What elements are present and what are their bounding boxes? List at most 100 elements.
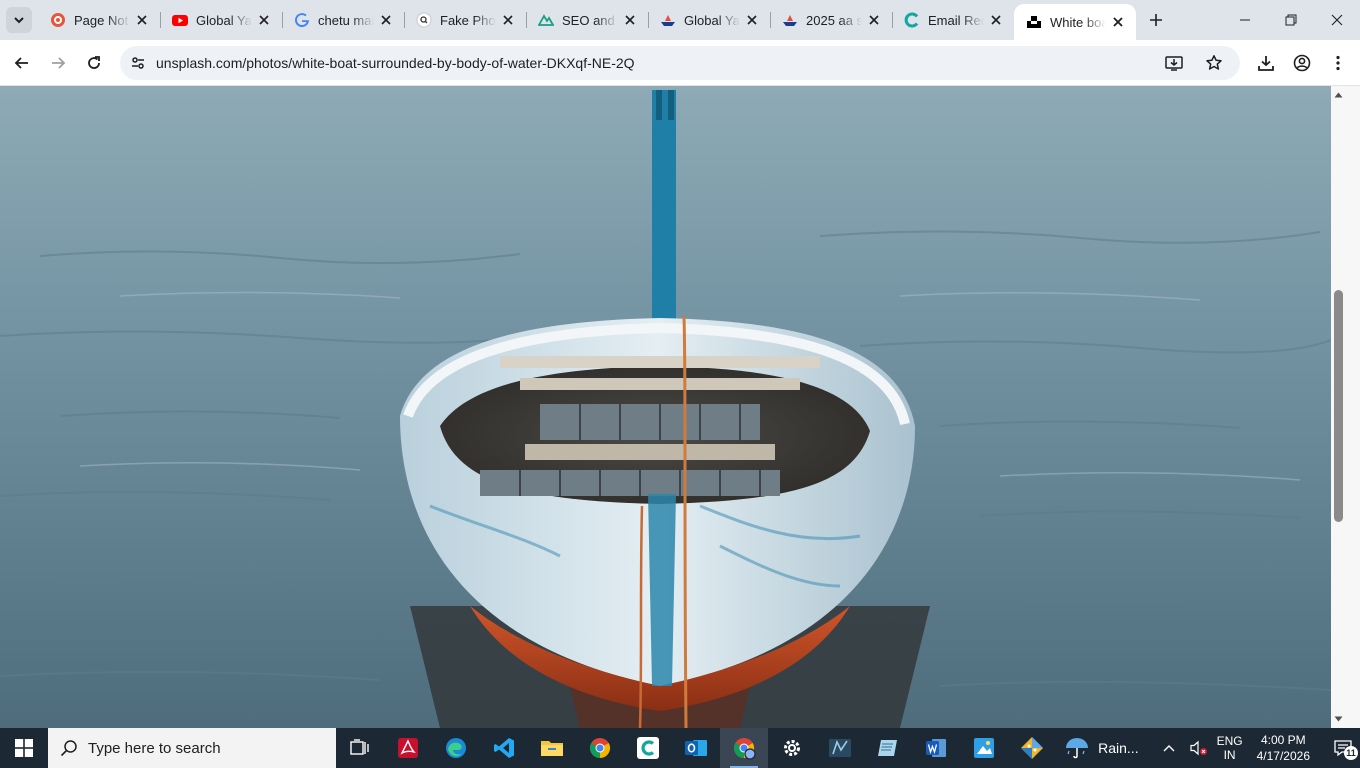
restore-button[interactable] — [1268, 0, 1314, 40]
tab-title: Fake Phone — [440, 12, 496, 28]
chrome-icon — [589, 738, 611, 759]
caret-up-icon — [1334, 92, 1343, 98]
page-scrollbar[interactable] — [1331, 86, 1360, 728]
start-button[interactable] — [0, 728, 48, 768]
new-tab-button[interactable] — [1142, 6, 1170, 34]
site-info-icon[interactable] — [128, 53, 148, 73]
address-bar[interactable]: unsplash.com/photos/white-boat-surrounde… — [120, 46, 1240, 80]
task-view-button[interactable] — [336, 728, 384, 768]
volume-button[interactable] — [1187, 728, 1211, 768]
scroll-up-arrow[interactable] — [1331, 88, 1346, 102]
taskbar-search-box[interactable]: Type here to search — [48, 728, 336, 768]
settings-app[interactable] — [768, 728, 816, 768]
paint-icon — [974, 738, 994, 758]
search-placeholder: Type here to search — [88, 739, 221, 757]
tab-2025-aa-se[interactable]: 2025 aa se — [770, 0, 892, 40]
close-icon[interactable] — [256, 12, 272, 28]
file-explorer-icon — [541, 741, 563, 756]
arrow-left-icon — [14, 56, 28, 69]
show-hidden-icons-button[interactable] — [1157, 728, 1181, 768]
search-icon — [60, 740, 77, 757]
git-app[interactable] — [1008, 728, 1056, 768]
restore-icon — [1285, 14, 1297, 26]
acrobat-icon — [398, 738, 418, 758]
reload-button[interactable] — [78, 47, 110, 79]
chrome-profile-app[interactable] — [720, 728, 768, 768]
chevron-up-icon — [1163, 745, 1175, 752]
close-icon[interactable] — [378, 12, 394, 28]
chrome-app[interactable] — [576, 728, 624, 768]
clock-date: 4/17/2026 — [1256, 749, 1310, 763]
back-button[interactable] — [6, 47, 38, 79]
youtube-favicon-icon — [172, 12, 188, 28]
profile-button[interactable] — [1286, 47, 1318, 79]
tab-search-button[interactable] — [6, 7, 32, 33]
tab-white-boat[interactable]: White boat — [1014, 4, 1136, 40]
vscode-app[interactable] — [480, 728, 528, 768]
close-window-button[interactable] — [1314, 0, 1360, 40]
git-icon — [1021, 737, 1043, 759]
tab-global-yatra-site[interactable]: Global Yatra — [648, 0, 770, 40]
close-icon[interactable] — [744, 12, 760, 28]
speaker-muted-icon — [1189, 740, 1207, 756]
boat-favicon-icon — [660, 12, 676, 28]
tab-strip: Page Not Found Global Yatra chetu mail F… — [0, 0, 1360, 40]
scrollbar-thumb[interactable] — [1334, 290, 1343, 522]
ssms-icon — [829, 739, 851, 757]
tab-title: Global Yatra — [196, 12, 252, 28]
tab-title: Page Not Found — [74, 12, 130, 28]
scroll-down-arrow[interactable] — [1331, 712, 1346, 726]
word-app[interactable] — [912, 728, 960, 768]
c-app-icon — [637, 737, 659, 759]
forward-button[interactable] — [42, 47, 74, 79]
close-icon — [1331, 14, 1343, 26]
umbrella-rain-icon — [1066, 738, 1089, 759]
close-icon[interactable] — [1110, 14, 1126, 30]
arrow-right-icon — [52, 56, 66, 69]
tab-page-not-found[interactable]: Page Not Found — [38, 0, 160, 40]
close-icon[interactable] — [134, 12, 150, 28]
language-code: ENG — [1216, 734, 1243, 748]
acrobat-app[interactable] — [384, 728, 432, 768]
notepad-app[interactable] — [864, 728, 912, 768]
browser-toolbar: unsplash.com/photos/white-boat-surrounde… — [0, 40, 1360, 86]
input-language-indicator[interactable]: ENG IN — [1217, 734, 1243, 762]
menu-button[interactable] — [1322, 47, 1354, 79]
region-code: IN — [1223, 748, 1236, 762]
c-favicon-icon — [904, 12, 920, 28]
edge-app[interactable] — [432, 728, 480, 768]
address-bar-actions — [1158, 47, 1230, 79]
clock[interactable]: 4:00 PM 4/17/2026 — [1257, 732, 1310, 764]
notification-center-button[interactable]: 11 — [1326, 728, 1360, 768]
google-favicon-icon — [294, 12, 310, 28]
tab-title: Email Recovery — [928, 12, 984, 28]
tab-global-yatra-youtube[interactable]: Global Yatra — [160, 0, 282, 40]
clock-time: 4:00 PM — [1260, 733, 1306, 747]
url-text[interactable]: unsplash.com/photos/white-boat-surrounde… — [156, 55, 1158, 71]
weather-widget[interactable]: Rain... — [1064, 736, 1139, 760]
ssms-app[interactable] — [816, 728, 864, 768]
close-icon[interactable] — [500, 12, 516, 28]
outlook-app[interactable] — [672, 728, 720, 768]
install-app-button[interactable] — [1158, 47, 1190, 79]
close-icon[interactable] — [988, 12, 1004, 28]
chevron-down-icon — [14, 17, 24, 24]
bookmark-button[interactable] — [1198, 47, 1230, 79]
tab-title: SEO and Digital — [562, 12, 618, 28]
downloads-button[interactable] — [1250, 47, 1282, 79]
tab-fake-phone[interactable]: Fake Phone — [404, 0, 526, 40]
c-app[interactable] — [624, 728, 672, 768]
tab-chetu-mail[interactable]: chetu mail — [282, 0, 404, 40]
close-icon[interactable] — [622, 12, 638, 28]
reload-icon — [88, 55, 100, 69]
windows-logo-icon — [15, 739, 33, 757]
tab-email-recovery[interactable]: Email Recovery — [892, 0, 1014, 40]
minimize-button[interactable] — [1222, 0, 1268, 40]
boat-favicon-icon — [782, 12, 798, 28]
paint-app[interactable] — [960, 728, 1008, 768]
close-icon[interactable] — [866, 12, 882, 28]
minimize-icon — [1240, 19, 1250, 21]
file-explorer-app[interactable] — [528, 728, 576, 768]
white-boat-photo — [0, 86, 1331, 728]
tab-seo-digital[interactable]: SEO and Digital — [526, 0, 648, 40]
